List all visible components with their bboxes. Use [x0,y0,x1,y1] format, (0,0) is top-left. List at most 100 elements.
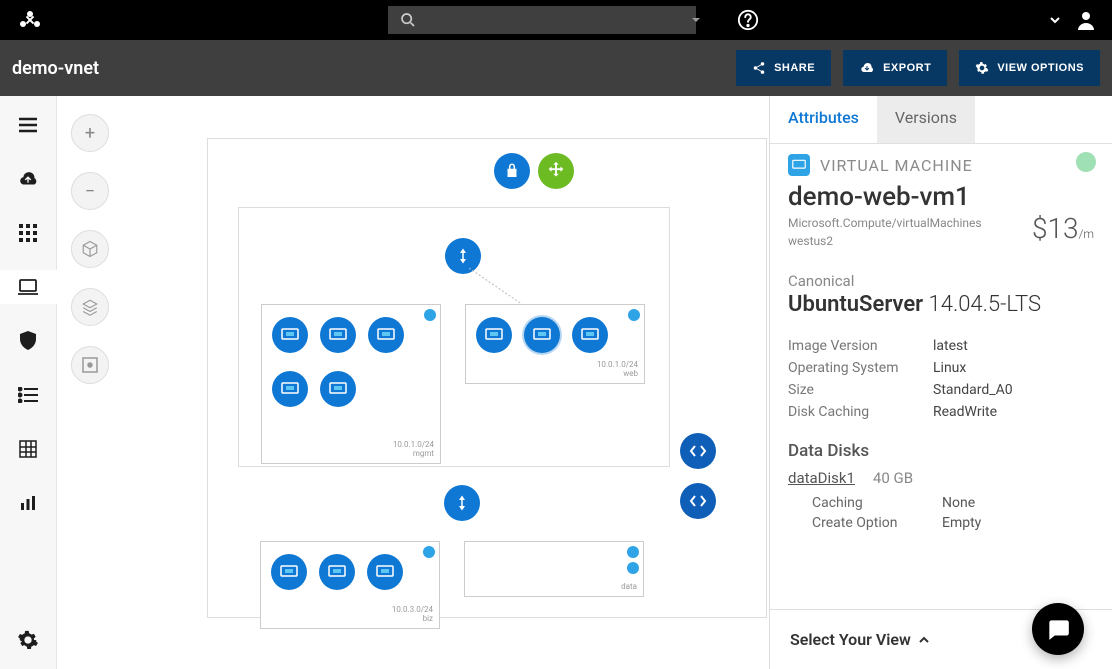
chevron-up-icon [917,633,931,647]
os-title: UbuntuServer 14.04.5-LTS [788,292,1094,317]
nav-settings[interactable] [0,623,57,657]
node-vm[interactable] [272,371,308,407]
vm-icon [485,328,503,342]
search-icon [400,12,416,28]
network-diagram[interactable]: 10.0.1.0/24mgmt 10.0.1.0/24web [207,138,767,618]
nav-reports[interactable] [0,486,57,520]
code-icon [689,494,707,508]
export-button[interactable]: EXPORT [843,50,947,86]
hamburger-icon [18,117,38,133]
node-vm[interactable] [367,554,403,590]
arrows-icon [545,160,567,182]
vm-icon [328,565,346,579]
user-icon[interactable] [1074,8,1098,32]
vm-icon [792,159,806,171]
share-icon [752,61,766,75]
load-balancer-icon [453,494,471,512]
node-vm[interactable] [319,554,355,590]
node-vm[interactable] [271,554,307,590]
load-balancer-icon [454,247,472,265]
support-chat-button[interactable] [1032,603,1084,655]
nsg-badge-icon [627,546,639,558]
subnet-mgmt[interactable]: 10.0.1.0/24mgmt [261,304,441,464]
tab-versions[interactable]: Versions [877,96,975,143]
nsg-badge-icon [423,546,435,558]
node-peering[interactable] [538,153,574,189]
shield-icon [19,331,37,351]
resource-name: demo-web-vm1 [788,182,1094,212]
nav-list[interactable] [0,378,57,412]
disk-properties: CachingNone Create OptionEmpty [788,493,1094,533]
properties-table: Image Versionlatest Operating SystemLinu… [788,335,1094,423]
vm-icon [376,565,394,579]
disk-size: 40 GB [873,469,913,487]
subnet-biz[interactable]: 10.0.3.0/24biz [260,541,440,629]
node-vm[interactable] [320,371,356,407]
global-search[interactable] [388,6,696,34]
view-options-button[interactable]: VIEW OPTIONS [959,50,1100,86]
vm-icon [329,328,347,342]
gear-icon [975,61,989,75]
chart-icon [19,494,37,512]
target-icon [82,357,98,373]
node-vm[interactable] [368,317,404,353]
node-vm[interactable] [320,317,356,353]
nav-menu[interactable] [0,108,57,142]
list-icon [18,387,38,403]
resource-type-label: VIRTUAL MACHINE [820,156,973,175]
nav-security[interactable] [0,324,57,358]
nav-table[interactable] [0,432,57,466]
vm-icon [281,382,299,396]
tool-3d[interactable] [71,230,109,268]
node-vm[interactable] [476,317,512,353]
lock-icon [503,162,521,180]
zoom-in-button[interactable]: + [71,114,109,152]
status-indicator [1076,152,1096,172]
node-vm[interactable] [572,317,608,353]
node-load-balancer-2[interactable] [444,485,480,521]
nav-upload[interactable] [0,162,57,196]
node-vm[interactable] [272,317,308,353]
laptop-icon [17,278,39,296]
vm-icon [377,328,395,342]
tool-focus[interactable] [71,346,109,384]
nsg-badge-icon [628,309,640,321]
node-gateway[interactable] [494,153,530,189]
cloud-download-icon [859,61,875,75]
chat-icon [1045,616,1071,642]
subnet-web[interactable]: 10.0.1.0/24web [465,304,645,384]
app-logo[interactable] [18,10,42,30]
help-icon[interactable] [737,9,759,31]
zoom-out-button[interactable]: − [71,172,109,210]
tab-attributes[interactable]: Attributes [770,96,877,143]
node-endpoint[interactable] [680,433,716,469]
node-endpoint[interactable] [680,483,716,519]
code-icon [689,444,707,458]
cloud-upload-icon [17,170,39,188]
vm-icon [533,328,551,342]
disk-name-link[interactable]: dataDisk1 [788,469,855,487]
layers-icon [81,298,99,316]
account-menu-caret[interactable] [1048,13,1062,27]
price: $13/m [1032,212,1094,245]
table-icon [19,440,37,458]
publisher: Canonical [788,272,1094,290]
cube-icon [81,240,99,258]
vm-icon [329,382,347,396]
resource-type-icon [788,154,810,176]
subnet-data[interactable]: 10.0.4.0/24data [464,541,644,597]
gear-icon [17,629,39,651]
node-vm-selected[interactable] [524,317,560,353]
nav-dashboard[interactable] [0,216,57,250]
vm-icon [280,565,298,579]
page-title: demo-vnet [12,58,99,79]
vm-icon [281,328,299,342]
search-scope-dropdown[interactable] [690,14,702,26]
data-disks-heading: Data Disks [788,441,1094,461]
share-button[interactable]: SHARE [736,50,831,86]
nav-compute[interactable] [0,270,57,304]
tool-layers[interactable] [71,288,109,326]
grid-icon [19,224,37,242]
vm-icon [581,328,599,342]
vnet-container: 10.0.1.0/24mgmt 10.0.1.0/24web [238,207,670,467]
